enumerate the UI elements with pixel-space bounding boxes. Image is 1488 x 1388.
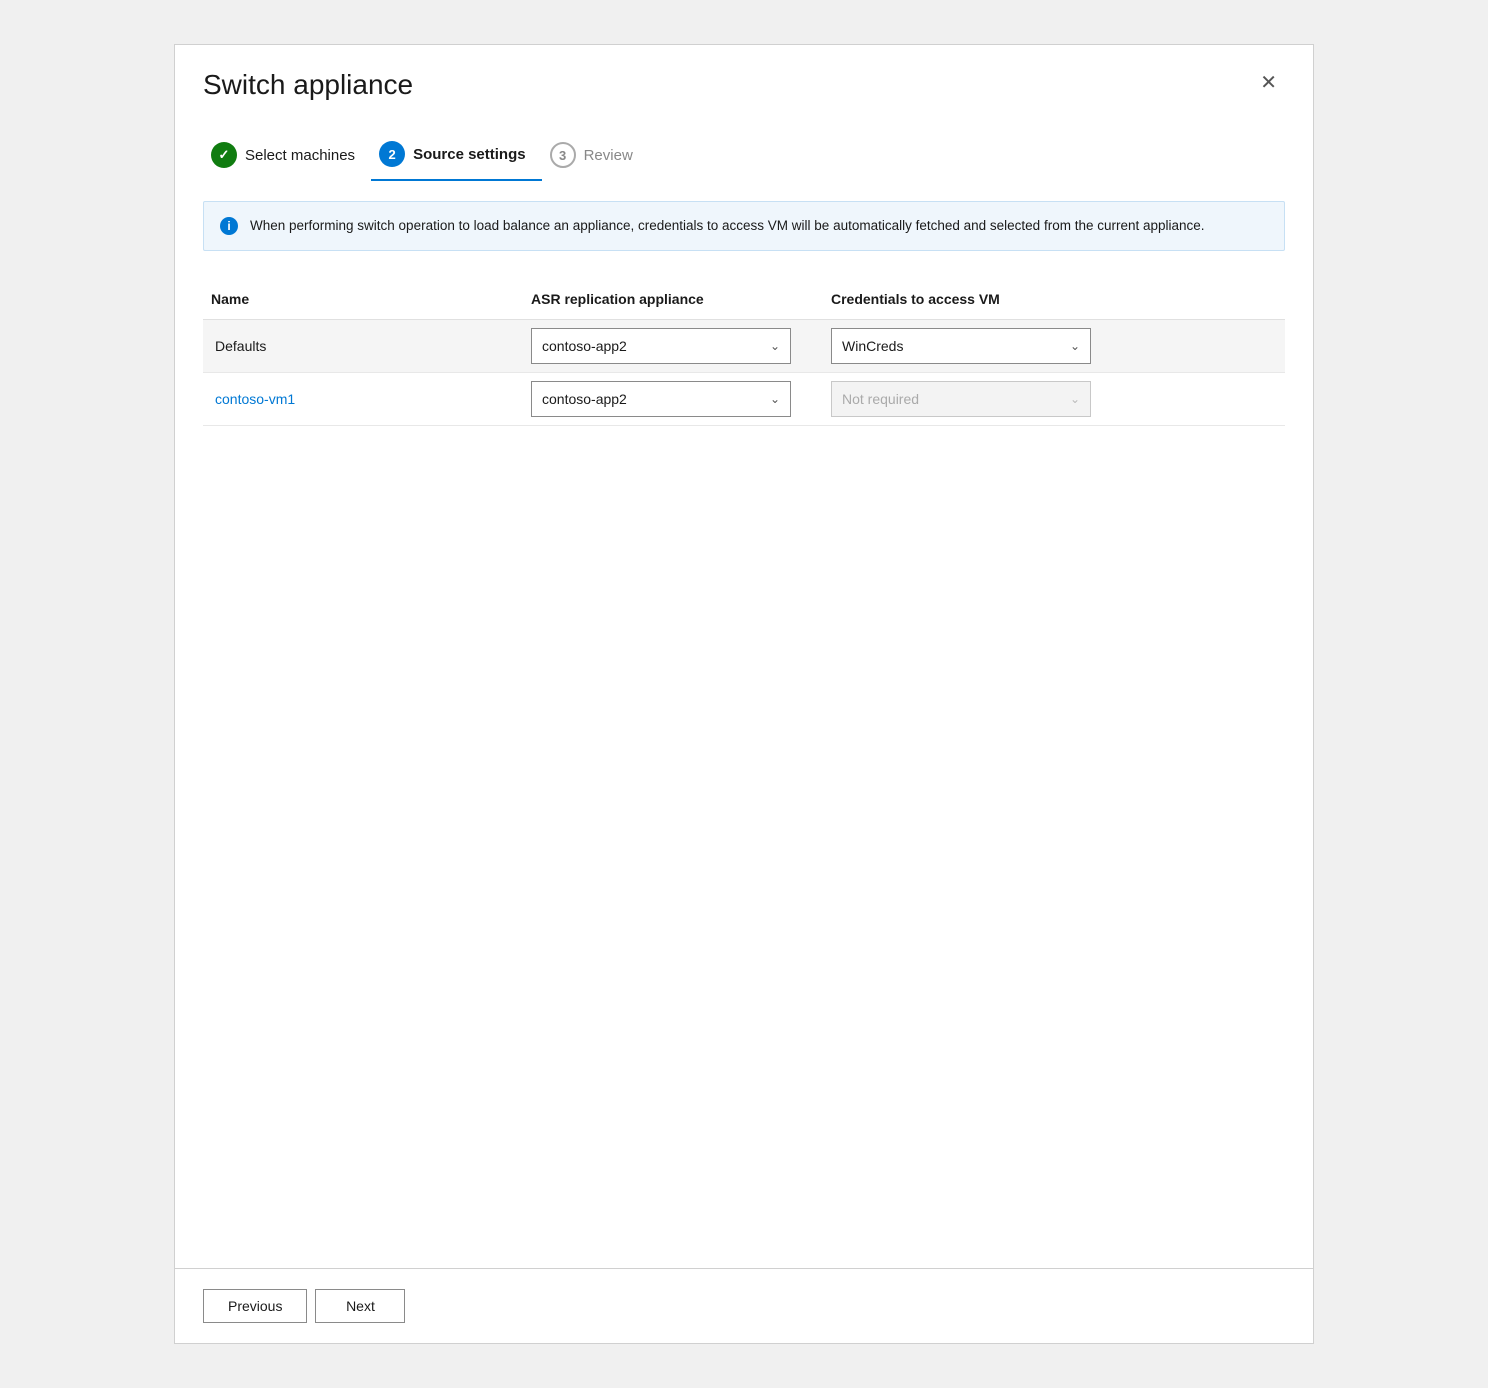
row-defaults-credentials-value: WinCreds [842, 338, 903, 354]
row-vm1-credentials-dropdown: Not required ⌄ [831, 381, 1091, 417]
steps-row: ✓ Select machines 2 Source settings 3 Re… [203, 117, 1285, 201]
row-vm1-appliance-value: contoso-app2 [542, 391, 627, 407]
step-circle-review: 3 [550, 142, 576, 168]
step-circle-select-machines: ✓ [211, 142, 237, 168]
row-vm1-appliance-cell: contoso-app2 ⌄ [523, 373, 823, 425]
step-label-review: Review [584, 147, 633, 164]
dialog-footer: Previous Next [175, 1268, 1313, 1343]
next-button[interactable]: Next [315, 1289, 405, 1323]
dialog-header: Switch appliance ✕ [175, 45, 1313, 117]
info-icon: i [220, 217, 238, 235]
table-header-name: Name [203, 287, 523, 311]
info-banner: i When performing switch operation to lo… [203, 201, 1285, 251]
row-defaults-appliance-value: contoso-app2 [542, 338, 627, 354]
row-defaults-credentials-dropdown[interactable]: WinCreds ⌄ [831, 328, 1091, 364]
switch-appliance-dialog: Switch appliance ✕ ✓ Select machines 2 S… [174, 44, 1314, 1344]
row-vm1-name: contoso-vm1 [203, 383, 523, 415]
step-review[interactable]: 3 Review [542, 134, 649, 180]
step-label-source-settings: Source settings [413, 146, 526, 163]
dialog-title: Switch appliance [203, 69, 413, 101]
close-button[interactable]: ✕ [1252, 69, 1285, 97]
table-header-appliance: ASR replication appliance [523, 287, 823, 311]
row-defaults-name: Defaults [203, 330, 523, 362]
row-vm1-name-link[interactable]: contoso-vm1 [215, 391, 295, 407]
table-header-row: Name ASR replication appliance Credentia… [203, 279, 1285, 320]
table-header-credentials: Credentials to access VM [823, 287, 1285, 311]
previous-button[interactable]: Previous [203, 1289, 307, 1323]
table-row-vm1: contoso-vm1 contoso-app2 ⌄ Not required … [203, 373, 1285, 426]
row-defaults-appliance-dropdown[interactable]: contoso-app2 ⌄ [531, 328, 791, 364]
step-circle-source-settings: 2 [379, 141, 405, 167]
row-defaults-appliance-cell: contoso-app2 ⌄ [523, 320, 823, 372]
row-vm1-credentials-cell: Not required ⌄ [823, 373, 1285, 425]
info-text: When performing switch operation to load… [250, 216, 1205, 236]
row-vm1-appliance-arrow: ⌄ [770, 392, 780, 406]
row-vm1-appliance-dropdown[interactable]: contoso-app2 ⌄ [531, 381, 791, 417]
step-label-select-machines: Select machines [245, 147, 355, 164]
dialog-body: ✓ Select machines 2 Source settings 3 Re… [175, 117, 1313, 1268]
row-vm1-credentials-value: Not required [842, 391, 919, 407]
step-select-machines[interactable]: ✓ Select machines [203, 134, 371, 180]
row-defaults-credentials-cell: WinCreds ⌄ [823, 320, 1285, 372]
row-defaults-appliance-arrow: ⌄ [770, 339, 780, 353]
row-defaults-credentials-arrow: ⌄ [1070, 339, 1080, 353]
step-source-settings[interactable]: 2 Source settings [371, 133, 542, 181]
table-row-defaults: Defaults contoso-app2 ⌄ WinCreds ⌄ [203, 320, 1285, 373]
row-vm1-credentials-arrow: ⌄ [1070, 392, 1080, 406]
table-container: Name ASR replication appliance Credentia… [203, 279, 1285, 426]
